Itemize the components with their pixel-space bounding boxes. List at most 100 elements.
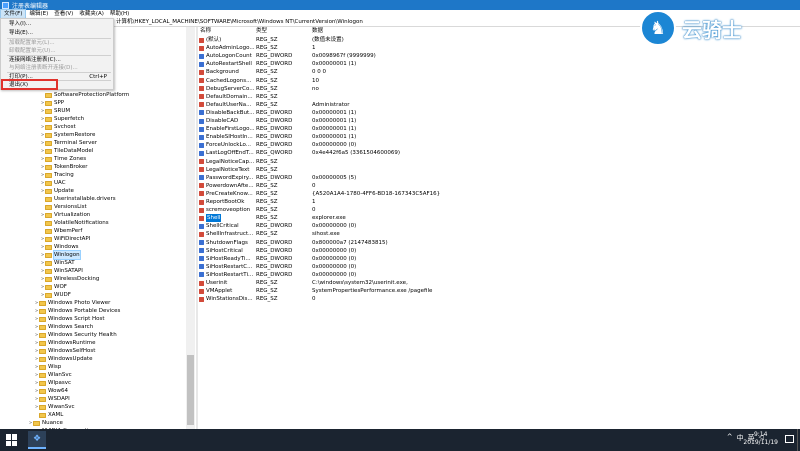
tree-item[interactable]: XAML bbox=[34, 411, 63, 419]
tree-item[interactable]: > WindowsRuntime bbox=[34, 339, 96, 347]
value-row[interactable]: ShellInfrastruct... REG_SZ sihost.exe bbox=[198, 230, 800, 238]
tree-item-label: WirelessDocking bbox=[54, 276, 100, 282]
value-row[interactable]: LastLogOffEndT... REG_QWORD 0x4e442f6a5 (3… bbox=[198, 149, 800, 157]
tree-item[interactable]: > Winlogon bbox=[40, 250, 81, 260]
value-row[interactable]: SiHostRestartTi... REG_DWORD 0x00000000 (0… bbox=[198, 271, 800, 279]
value-row[interactable]: ForceUnlockLo... REG_DWORD 0x00000000 (0) bbox=[198, 141, 800, 149]
tree-item[interactable]: > Windows Script Host bbox=[34, 315, 105, 323]
tree-scrollbar-thumb[interactable] bbox=[187, 355, 194, 425]
column-data[interactable]: 数据 bbox=[312, 27, 323, 35]
tree-item[interactable]: > WindowsSelfHost bbox=[34, 347, 96, 355]
tree-item[interactable]: Userinstallable.drivers bbox=[40, 195, 116, 203]
tree-item[interactable]: > Update bbox=[40, 187, 74, 195]
start-button[interactable] bbox=[6, 434, 18, 446]
value-row[interactable]: CachedLogons... REG_SZ 10 bbox=[198, 77, 800, 85]
value-row[interactable]: LegalNoticeCap... REG_SZ bbox=[198, 158, 800, 166]
value-row[interactable]: PreCreateKnow... REG_SZ {A520A1A4-1780-4FF… bbox=[198, 190, 800, 198]
binary-value-icon bbox=[199, 61, 204, 67]
value-row[interactable]: SiHostReadyTi... REG_DWORD 0x00000000 (0) bbox=[198, 255, 800, 263]
tree-item[interactable]: > UAC bbox=[40, 179, 66, 187]
notification-icon[interactable] bbox=[785, 435, 794, 443]
value-row[interactable]: AutoLogonCount REG_DWORD 0x0098967f (99999… bbox=[198, 52, 800, 60]
tree-item-label: SPP bbox=[54, 100, 65, 106]
tree-item[interactable]: > WUDF bbox=[40, 291, 71, 299]
taskbar-regedit-button[interactable]: ❖ bbox=[28, 431, 46, 449]
tree-item[interactable]: > Virtualization bbox=[40, 211, 90, 219]
tree-item[interactable]: > Terminal Server bbox=[40, 139, 97, 147]
menu-view[interactable]: 查看(V) bbox=[51, 10, 76, 18]
tree-item[interactable]: > Wow64 bbox=[34, 387, 68, 395]
value-row[interactable]: DisableCAD REG_DWORD 0x00000001 (1) bbox=[198, 117, 800, 125]
value-row[interactable]: Userinit REG_SZ C:\windows\system32\userin… bbox=[198, 279, 800, 287]
value-row[interactable]: ReportBootOk REG_SZ 1 bbox=[198, 198, 800, 206]
value-row[interactable]: DefaultUserNa... REG_SZ Administrator bbox=[198, 101, 800, 109]
tree-item[interactable]: > Windows bbox=[40, 243, 79, 251]
value-row[interactable]: ShellCritical REG_DWORD 0x00000000 (0) bbox=[198, 222, 800, 230]
tree-item[interactable]: > Wlpasvc bbox=[34, 379, 71, 387]
tree-item[interactable]: > WindowsUpdate bbox=[34, 355, 93, 363]
column-type[interactable]: 类型 bbox=[256, 27, 267, 35]
value-row[interactable]: DefaultDomain... REG_SZ bbox=[198, 93, 800, 101]
value-row[interactable]: PasswordExpiry... REG_DWORD 0x00000005 (5) bbox=[198, 174, 800, 182]
menu-favorites[interactable]: 收藏夹(A) bbox=[76, 10, 107, 18]
value-row[interactable]: SiHostCritical REG_DWORD 0x00000000 (0) bbox=[198, 247, 800, 255]
value-row[interactable]: AutoRestartShell REG_DWORD 0x00000001 (1) bbox=[198, 60, 800, 68]
menu-help[interactable]: 帮助(H) bbox=[107, 10, 132, 18]
value-row[interactable]: Background REG_SZ 0 0 0 bbox=[198, 68, 800, 76]
tree-item[interactable]: > Windows Portable Devices bbox=[34, 307, 121, 315]
tree-item[interactable]: > WinSAT bbox=[40, 259, 75, 267]
value-row[interactable]: ShutdownFlags REG_DWORD 0x800000a7 (214748… bbox=[198, 239, 800, 247]
value-row[interactable]: PowerdownAfte... REG_SZ 0 bbox=[198, 182, 800, 190]
file-menu-item[interactable]: 加载配置单元(L)... bbox=[1, 39, 113, 47]
file-menu-item[interactable]: 与网络注册表断开连接(D)... bbox=[1, 64, 113, 72]
tree-item[interactable]: > Svchost bbox=[40, 123, 76, 131]
value-row[interactable]: DebugServerCo... REG_SZ no bbox=[198, 85, 800, 93]
value-row[interactable]: WinStationsDis... REG_SZ 0 bbox=[198, 295, 800, 303]
tree-item[interactable]: > Windows Photo Viewer bbox=[34, 299, 111, 307]
tree-item[interactable]: > Superfetch bbox=[40, 115, 84, 123]
tree-item[interactable]: > WiFiDirectAPI bbox=[40, 235, 91, 243]
value-type: REG_SZ bbox=[256, 166, 278, 173]
tree-item[interactable]: > Wisp bbox=[34, 363, 61, 371]
tree-scrollbar[interactable] bbox=[186, 27, 195, 429]
value-row[interactable]: Shell REG_SZ explorer.exe bbox=[198, 214, 800, 223]
tree-item[interactable]: > TokenBroker bbox=[40, 163, 88, 171]
tree-item[interactable]: > Nuance bbox=[28, 419, 63, 427]
tree-item[interactable]: VolatileNotifications bbox=[40, 219, 109, 227]
tree-item[interactable]: > SRUM bbox=[40, 107, 70, 115]
value-row[interactable]: DisableBackBut... REG_DWORD 0x00000001 (1) bbox=[198, 109, 800, 117]
tree-item[interactable]: > WwanSvc bbox=[34, 403, 75, 411]
file-menu-item[interactable]: 导出(E)... bbox=[1, 29, 113, 37]
binary-value-icon bbox=[199, 223, 204, 229]
value-row[interactable]: EnableSIHostIn... REG_DWORD 0x00000001 (1) bbox=[198, 133, 800, 141]
value-row[interactable]: SiHostRestartC... REG_DWORD 0x00000000 (0) bbox=[198, 263, 800, 271]
tree-item[interactable]: VersionsList bbox=[40, 203, 87, 211]
menu-edit[interactable]: 编辑(E) bbox=[26, 10, 51, 18]
value-row[interactable]: scremoveoption REG_SZ 0 bbox=[198, 206, 800, 214]
tree-item[interactable]: > WSDAPI bbox=[34, 395, 70, 403]
taskbar-clock[interactable]: 9:14 2019/11/19 bbox=[743, 431, 778, 447]
tree-item[interactable]: > Windows Search bbox=[34, 323, 93, 331]
value-row[interactable]: LegalNoticeText REG_SZ bbox=[198, 166, 800, 174]
tree-item[interactable]: > Time Zones bbox=[40, 155, 86, 163]
tree-item[interactable]: SoftwareProtectionPlatform bbox=[40, 91, 129, 99]
tree-item[interactable]: > WlanSvc bbox=[34, 371, 72, 379]
file-menu-item[interactable]: 导入(I)... bbox=[1, 20, 113, 28]
tree-item[interactable]: > SPP bbox=[40, 99, 64, 107]
tree-item-label: Wisp bbox=[48, 364, 62, 370]
tree-item[interactable]: > WinSATAPI bbox=[40, 267, 83, 275]
tree-item[interactable]: > Tracing bbox=[40, 171, 74, 179]
value-data: 0x00000001 (1) bbox=[312, 134, 357, 141]
tree-item[interactable]: > SystemRestore bbox=[40, 131, 96, 139]
tray-overflow-icon[interactable]: ^ bbox=[727, 433, 733, 443]
tree-item[interactable]: WbemPerf bbox=[40, 227, 82, 235]
tree-item[interactable]: > Windows Security Health bbox=[34, 331, 117, 339]
tree-item[interactable]: > WirelessDocking bbox=[40, 275, 100, 283]
value-row[interactable]: VMApplet REG_SZ SystemPropertiesPerformanc… bbox=[198, 287, 800, 295]
tree-item[interactable]: > TileDataModel bbox=[40, 147, 93, 155]
column-name[interactable]: 名称 bbox=[200, 27, 211, 35]
tree-item[interactable]: > WOF bbox=[40, 283, 67, 291]
value-row[interactable]: EnableFirstLogo... REG_DWORD 0x00000001 (1… bbox=[198, 125, 800, 133]
file-menu-item[interactable]: 卸载配置单元(U)... bbox=[1, 47, 113, 55]
file-menu-item[interactable]: 连接网络注册表(C)... bbox=[1, 56, 113, 64]
